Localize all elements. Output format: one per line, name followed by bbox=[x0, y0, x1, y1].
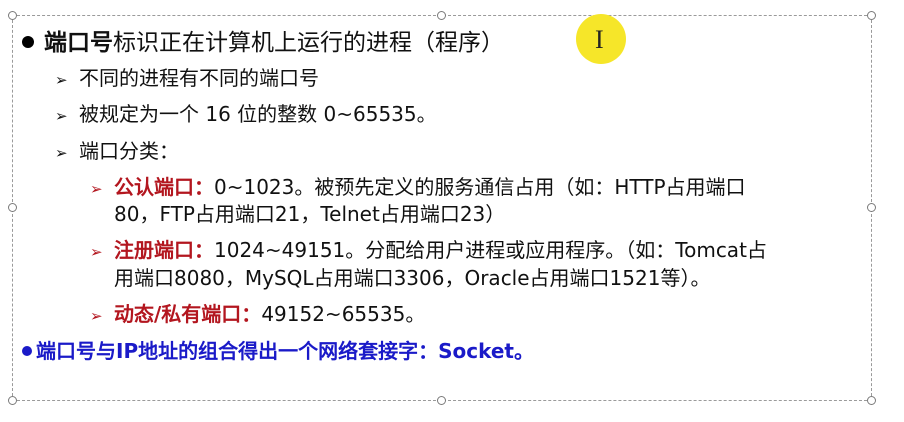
bullet-text: 不同的进程有不同的端口号 bbox=[79, 66, 319, 90]
bullet-item: ➢ 不同的进程有不同的端口号 bbox=[55, 65, 319, 93]
resize-handle-top-left[interactable] bbox=[8, 11, 17, 20]
category-item: ➢ 注册端口：1024~49151。分配给用户进程或应用程序。（如：Tomcat占 bbox=[90, 237, 767, 265]
arrow-bullet-icon: ➢ bbox=[55, 107, 68, 125]
bullet-dot-icon bbox=[22, 346, 32, 356]
category-text: 1024~49151。分配给用户进程或应用程序。（如：Tomcat占 bbox=[214, 238, 767, 262]
title-description: 标识正在计算机上运行的进程（程序） bbox=[113, 30, 504, 56]
arrow-bullet-icon: ➢ bbox=[55, 71, 68, 89]
category-label: 注册端口： bbox=[114, 238, 214, 262]
title-term: 端口号 bbox=[44, 30, 113, 56]
arrow-bullet-icon: ➢ bbox=[90, 307, 103, 325]
slide-title: 端口号标识正在计算机上运行的进程（程序） bbox=[22, 28, 504, 58]
category-text-continued: 用端口8080，MySQL占用端口3306，Oracle占用端口1521等）。 bbox=[114, 265, 710, 291]
bullet-text: 端口分类： bbox=[79, 139, 179, 163]
resize-handle-top-right[interactable] bbox=[867, 11, 876, 20]
bullet-item: ➢ 被规定为一个 16 位的整数 0~65535。 bbox=[55, 101, 437, 129]
bullet-item: ➢ 端口分类： bbox=[55, 138, 179, 166]
category-label: 动态/私有端口： bbox=[114, 302, 262, 326]
bullet-text: 被规定为一个 16 位的整数 0~65535。 bbox=[79, 102, 437, 126]
arrow-bullet-icon: ➢ bbox=[55, 144, 68, 162]
resize-handle-middle-left[interactable] bbox=[8, 203, 17, 212]
resize-handle-bottom-center[interactable] bbox=[437, 396, 446, 405]
resize-handle-bottom-left[interactable] bbox=[8, 396, 17, 405]
resize-handle-top-center[interactable] bbox=[437, 11, 446, 20]
category-text-continued: 80，FTP占用端口21，Telnet占用端口23） bbox=[114, 201, 505, 227]
bullet-dot-icon bbox=[22, 36, 34, 48]
summary-text: 端口号与IP地址的组合得出一个网络套接字：Socket。 bbox=[36, 339, 534, 363]
category-text: 用端口8080，MySQL占用端口3306，Oracle占用端口1521等）。 bbox=[114, 266, 711, 290]
socket-summary: 端口号与IP地址的组合得出一个网络套接字：Socket。 bbox=[22, 338, 534, 364]
i-beam-cursor-icon: I bbox=[595, 25, 604, 54]
arrow-bullet-icon: ➢ bbox=[90, 180, 103, 198]
resize-handle-bottom-right[interactable] bbox=[867, 396, 876, 405]
resize-handle-middle-right[interactable] bbox=[867, 203, 876, 212]
category-item: ➢ 动态/私有端口：49152~65535。 bbox=[90, 301, 425, 329]
category-label: 公认端口： bbox=[114, 175, 214, 199]
category-item: ➢ 公认端口：0~1023。被预先定义的服务通信占用（如：HTTP占用端口 bbox=[90, 174, 746, 202]
category-text: 0~1023。被预先定义的服务通信占用（如：HTTP占用端口 bbox=[214, 175, 746, 199]
arrow-bullet-icon: ➢ bbox=[90, 243, 103, 261]
category-text: 49152~65535。 bbox=[261, 302, 426, 326]
category-text: 80，FTP占用端口21，Telnet占用端口23） bbox=[114, 202, 506, 226]
